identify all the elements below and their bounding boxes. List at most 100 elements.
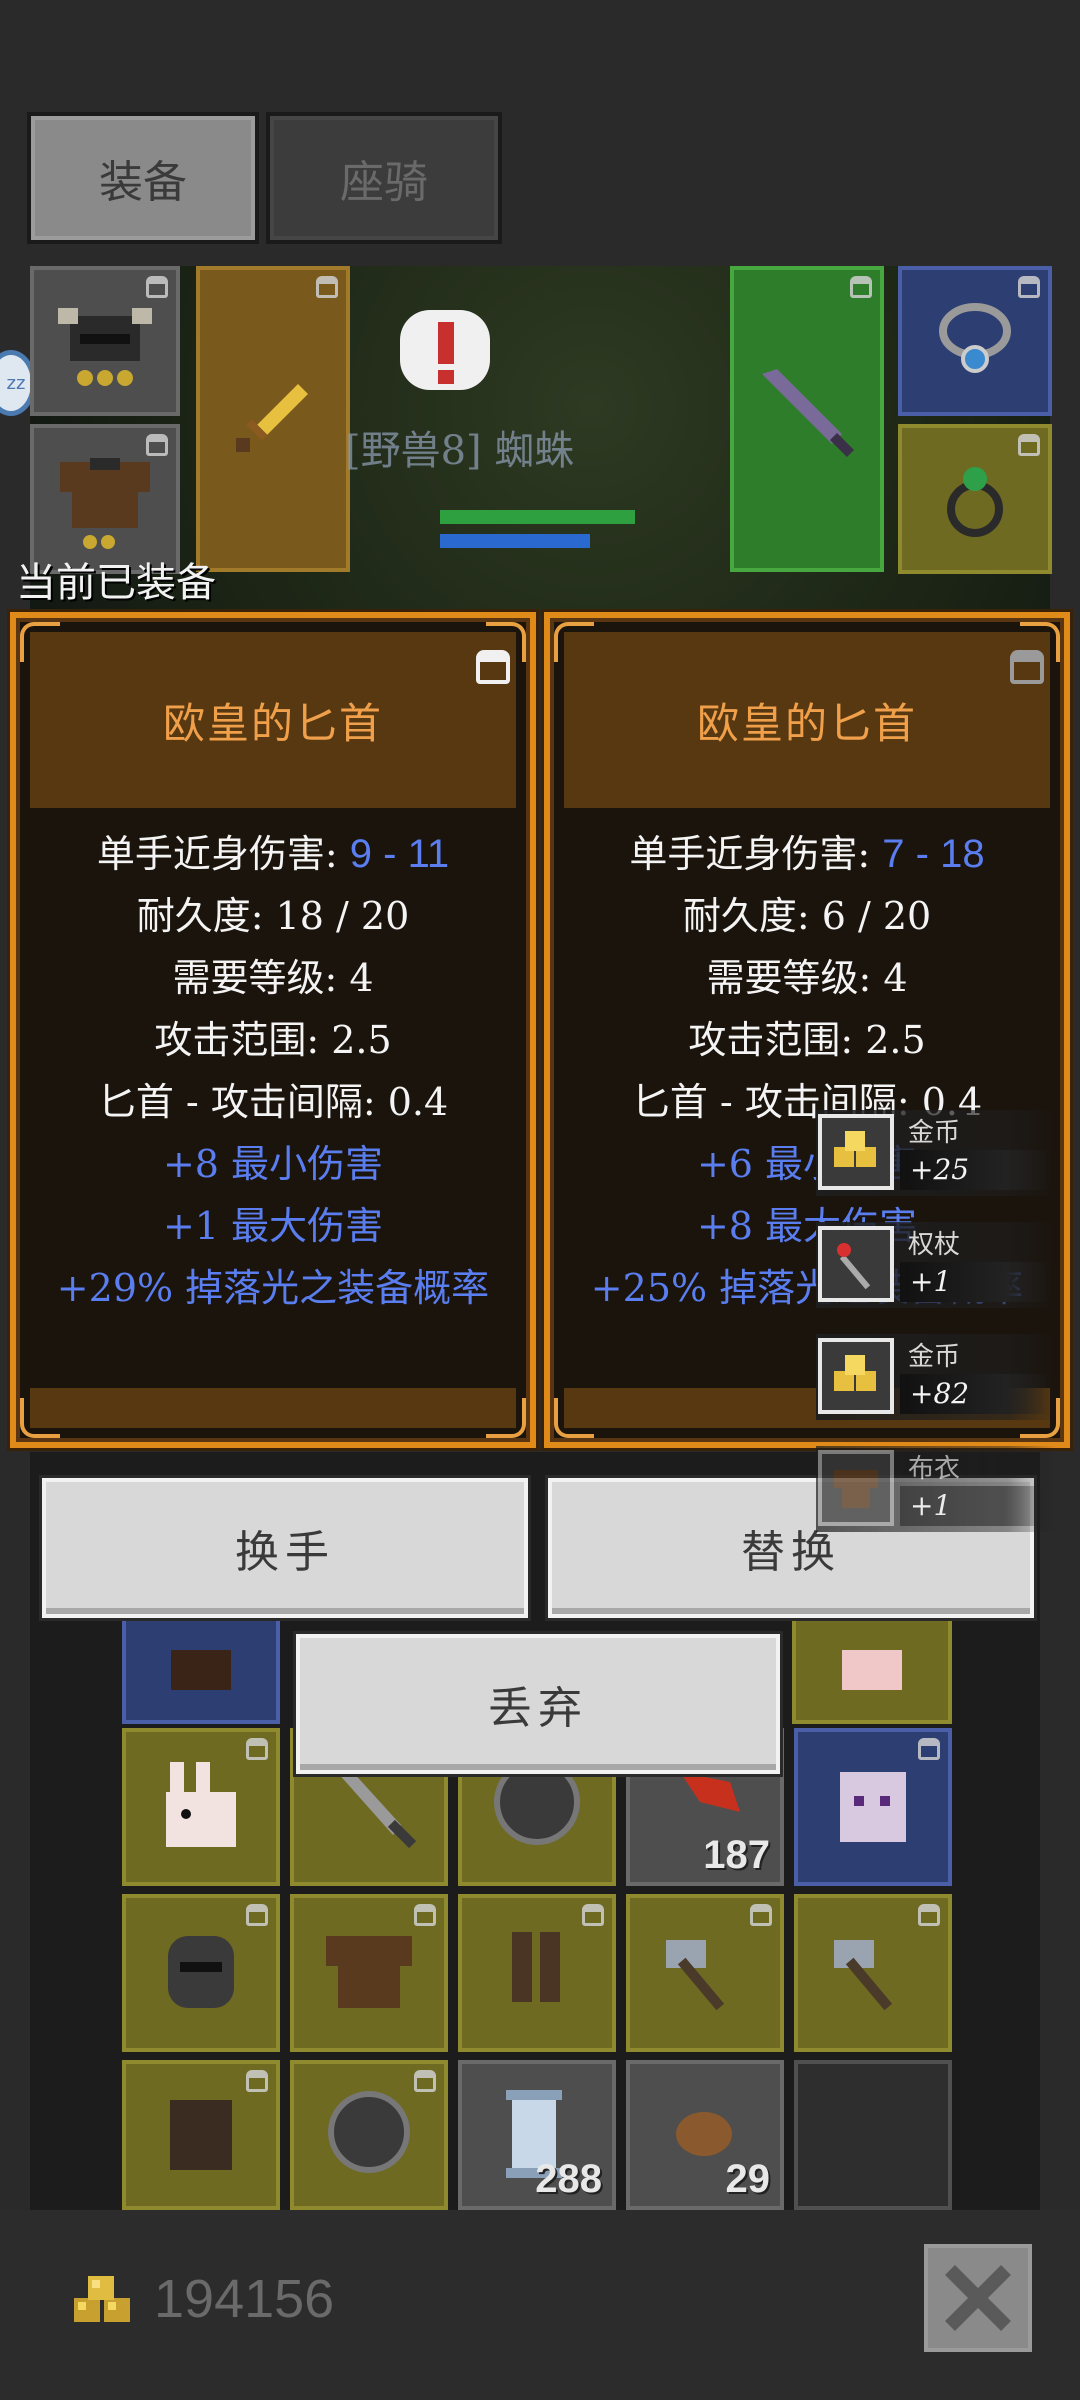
attack-range: 攻击范围: 2.5 <box>154 1018 392 1062</box>
lock-icon <box>918 1738 940 1760</box>
inventory-slot[interactable] <box>290 1894 448 2052</box>
round-shield-icon <box>328 2091 410 2173</box>
inventory-slot[interactable]: 29 <box>626 2060 784 2210</box>
inventory-slot[interactable] <box>122 1894 280 2052</box>
damage-value: 9 - 11 <box>349 832 450 876</box>
lock-icon <box>146 434 168 456</box>
damage-stat: 单手近身伤害: 7 - 18 <box>629 823 984 885</box>
discard-button[interactable]: 丢弃 <box>296 1634 780 1774</box>
inventory-slot[interactable] <box>794 1728 952 1886</box>
gold-coins-icon <box>74 2276 130 2322</box>
loot-count: +1 <box>900 1486 1050 1526</box>
damage-stat: 单手近身伤害: 9 - 11 <box>97 823 449 885</box>
loot-name: 金币 <box>908 1342 961 1372</box>
corner-ornament <box>20 1398 60 1438</box>
item-count: 29 <box>725 2157 771 2201</box>
necklace-slot[interactable] <box>898 266 1052 416</box>
amulet-icon <box>939 303 1011 373</box>
corner-ornament <box>1020 622 1060 662</box>
lock-icon <box>414 2070 436 2092</box>
loot-name: 布衣 <box>908 1454 961 1484</box>
leather-armor-icon <box>60 458 150 549</box>
corner-ornament <box>554 622 594 662</box>
cloth-armor-icon <box>818 1450 894 1526</box>
inventory-slot[interactable] <box>122 2060 280 2210</box>
lock-icon <box>246 2070 268 2092</box>
pig-icon <box>842 1650 902 1690</box>
close-button[interactable] <box>924 2244 1032 2352</box>
inventory-slot[interactable] <box>458 1894 616 2052</box>
iron-helmet-icon <box>168 1936 234 2008</box>
durability-stat: 耐久度: 18 / 20 <box>136 894 410 938</box>
loot-count: +82 <box>900 1374 1050 1414</box>
lock-icon <box>246 1904 268 1926</box>
emerald-ring-icon <box>947 467 1003 537</box>
main-hand-slot[interactable] <box>196 266 350 572</box>
monster-health-bar <box>440 510 635 524</box>
boots-icon <box>512 1932 560 2002</box>
horned-helmet-icon <box>58 308 152 386</box>
gold-coins-icon <box>818 1338 894 1414</box>
attack-range: 攻击范围: 2.5 <box>688 1018 926 1062</box>
current-item-card: 欧皇的匕首 单手近身伤害: 9 - 11 耐久度: 18 / 20 需要等级: … <box>10 612 536 1448</box>
lock-icon <box>1018 276 1040 298</box>
rabbit-icon <box>166 1762 236 1847</box>
loot-count: +1 <box>900 1262 1050 1302</box>
off-hand-slot[interactable] <box>730 266 884 572</box>
loot-notification: 权杖 +1 <box>816 1222 1056 1308</box>
level-requirement: 需要等级: 4 <box>706 956 908 1000</box>
loot-name: 金币 <box>908 1118 961 1148</box>
lock-icon <box>1018 434 1040 456</box>
level-requirement: 需要等级: 4 <box>172 956 374 1000</box>
loot-notification: 金币 +25 <box>816 1110 1056 1196</box>
bonus-stat: +29% 掉落光之装备概率 <box>56 1266 490 1310</box>
scepter-icon <box>818 1226 894 1302</box>
gold-total: 194156 <box>154 2269 335 2329</box>
ghost-mask-icon <box>840 1772 906 1842</box>
axe-icon <box>834 1940 893 2011</box>
inventory-slot[interactable] <box>794 1894 952 2052</box>
lock-icon <box>750 1904 772 1926</box>
damage-label: 单手近身伤害: <box>629 832 883 876</box>
monster-mana-bar <box>440 534 590 548</box>
item-count: 288 <box>535 2157 602 2201</box>
loot-name: 权杖 <box>908 1230 961 1260</box>
corner-ornament <box>554 1398 594 1438</box>
tab-equipment[interactable]: 装备 <box>27 112 259 244</box>
glove-icon <box>171 1650 231 1690</box>
hooded-figure-icon <box>170 2100 232 2170</box>
inventory-slot[interactable]: 288 <box>458 2060 616 2210</box>
axe-icon <box>666 1940 725 2011</box>
loot-count: +25 <box>900 1150 1050 1190</box>
attack-interval: 匕首 - 攻击间隔: 0.4 <box>97 1080 449 1124</box>
lock-icon <box>146 276 168 298</box>
gold-coins-icon <box>818 1114 894 1190</box>
ring-slot[interactable] <box>898 424 1052 574</box>
lock-icon <box>316 276 338 298</box>
durability-stat: 耐久度: 6 / 20 <box>682 894 932 938</box>
damage-label: 单手近身伤害: <box>96 832 350 876</box>
alert-icon <box>400 310 490 390</box>
inventory-slot[interactable] <box>792 1616 952 1724</box>
inventory-slot[interactable] <box>122 1616 280 1724</box>
inventory-slot[interactable] <box>626 1894 784 2052</box>
close-icon <box>945 2265 1011 2331</box>
damage-value: 7 - 18 <box>882 832 985 876</box>
lock-icon <box>850 276 872 298</box>
item-title: 欧皇的匕首 <box>30 632 516 808</box>
helmet-slot[interactable] <box>30 266 180 416</box>
item-title: 欧皇的匕首 <box>564 632 1050 808</box>
new-item-card: 欧皇的匕首 单手近身伤害: 7 - 18 耐久度: 6 / 20 需要等级: 4… <box>544 612 1070 1448</box>
inventory-slot-empty[interactable] <box>794 2060 952 2210</box>
lock-icon <box>246 1738 268 1760</box>
lock-icon <box>414 1904 436 1926</box>
lock-icon <box>582 1904 604 1926</box>
swap-hand-button[interactable]: 换手 <box>42 1478 528 1618</box>
loot-notification: 金币 +82 <box>816 1334 1056 1420</box>
monster-label: [野兽8] 蜘蛛 <box>345 428 575 474</box>
bonus-stat: +1 最大伤害 <box>162 1204 384 1248</box>
inventory-slot[interactable] <box>122 1728 280 1886</box>
corner-ornament <box>486 1398 526 1438</box>
inventory-slot[interactable] <box>290 2060 448 2210</box>
tab-mount[interactable]: 座骑 <box>266 112 502 244</box>
